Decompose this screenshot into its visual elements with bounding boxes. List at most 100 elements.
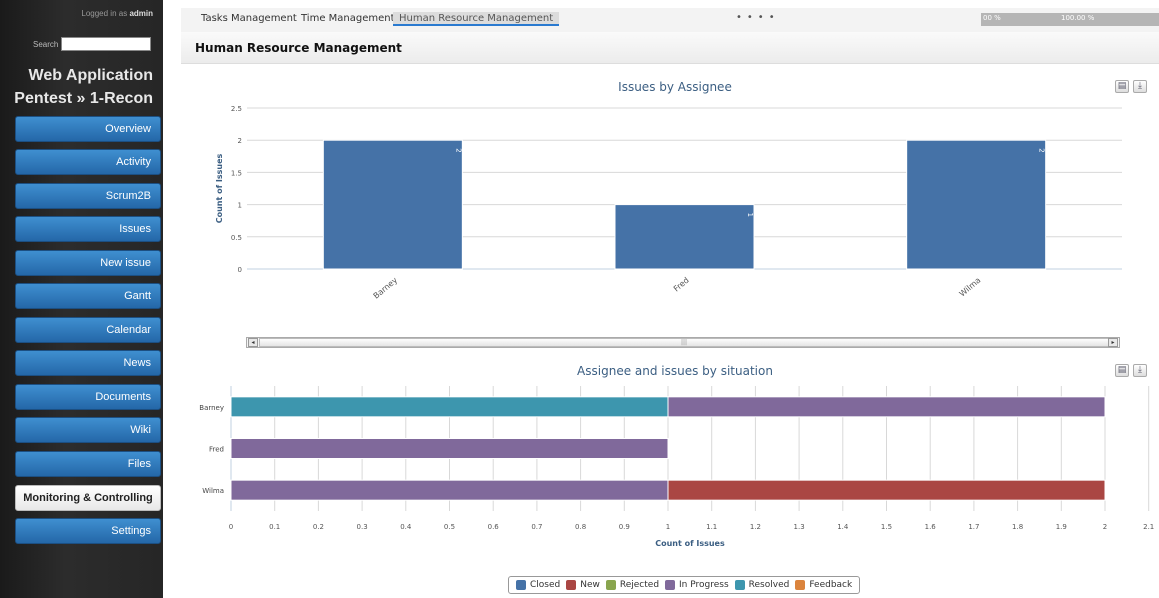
bar-fred-in-progress[interactable]: [230, 438, 669, 459]
y-tick-label: 1.5: [231, 169, 242, 177]
legend-item-new[interactable]: New: [566, 580, 600, 590]
download-icon[interactable]: ⤓: [1133, 80, 1147, 93]
x-tick-label: 1.7: [968, 523, 979, 531]
bar-wilma-new[interactable]: [667, 479, 1106, 501]
print-icon[interactable]: ▤: [1115, 364, 1129, 377]
legend-label: Feedback: [809, 580, 853, 590]
y-tick-label: Barney: [199, 404, 224, 412]
bar-wilma-in-progress[interactable]: [230, 479, 669, 501]
legend-label: New: [580, 580, 600, 590]
legend-label: In Progress: [679, 580, 729, 590]
legend-label: Closed: [530, 580, 561, 590]
x-tick-label: 1.6: [925, 523, 937, 531]
logged-in-status: Logged in as admin: [81, 9, 153, 18]
more-dots-icon[interactable]: ••••: [736, 12, 780, 23]
bar-barney-in-progress[interactable]: [667, 396, 1106, 418]
bar-data-label: 2: [1038, 148, 1046, 152]
legend-item-resolved[interactable]: Resolved: [734, 580, 790, 590]
sidebar-item-news[interactable]: News: [15, 350, 161, 376]
panel-header: Human Resource Management: [181, 32, 1159, 64]
legend-swatch: [734, 580, 745, 590]
x-tick-label: 1.8: [1012, 523, 1023, 531]
x-tick-label: 0.5: [444, 523, 455, 531]
y-tick-label: Wilma: [202, 487, 224, 495]
logged-in-label: Logged in as: [81, 9, 128, 18]
x-tick-label: 0: [229, 523, 233, 531]
x-tick-label: Fred: [672, 276, 691, 294]
project-title-line1: Web Application: [28, 67, 153, 84]
legend-item-closed[interactable]: Closed: [516, 580, 560, 590]
chart1-title: Issues by Assignee: [618, 80, 732, 94]
y-tick-label: 0: [238, 266, 242, 274]
bar-fred[interactable]: [614, 204, 755, 270]
bar-barney[interactable]: [322, 139, 463, 270]
x-tick-label: 0.4: [400, 523, 412, 531]
bar-data-label: 1: [746, 213, 754, 217]
download-icon[interactable]: ⤓: [1133, 364, 1147, 377]
x-tick-label: 0.3: [357, 523, 368, 531]
x-tick-label: 1: [666, 523, 670, 531]
legend-item-in-progress[interactable]: In Progress: [665, 580, 729, 590]
legend-label: Resolved: [748, 580, 790, 590]
x-tick-label: 1.5: [881, 523, 892, 531]
x-tick-label: 0.8: [575, 523, 586, 531]
tab-human-resource-management[interactable]: Human Resource Management: [393, 12, 560, 26]
legend-item-rejected[interactable]: Rejected: [605, 580, 660, 590]
sidebar-item-activity[interactable]: Activity: [15, 149, 161, 175]
tab-tasks-management[interactable]: Tasks Management: [201, 13, 297, 24]
y-tick-label: Fred: [209, 446, 224, 454]
x-tick-label: Barney: [372, 275, 400, 300]
y-tick-label: 2.5: [231, 105, 242, 113]
x-tick-label: 1.9: [1056, 523, 1067, 531]
x-tick-label: 0.9: [619, 523, 630, 531]
y-tick-label: 2: [238, 137, 242, 145]
scroll-right-icon[interactable]: ▸: [1108, 338, 1118, 347]
project-title: Web Application Pentest » 1-Recon: [3, 64, 153, 110]
sidebar-item-calendar[interactable]: Calendar: [15, 317, 161, 343]
x-tick-label: 1.4: [837, 523, 849, 531]
legend-item-feedback[interactable]: Feedback: [795, 580, 852, 590]
page-title: Human Resource Management: [195, 41, 402, 55]
print-icon[interactable]: ▤: [1115, 80, 1129, 93]
progress-left-label: 00 %: [983, 14, 1001, 22]
sidebar-item-issues[interactable]: Issues: [15, 216, 161, 242]
bar-data-label: 2: [454, 148, 462, 152]
search-input[interactable]: [61, 37, 151, 51]
chart-scrollbar[interactable]: ◂ ||| ▸: [246, 337, 1120, 348]
tab-bar: Tasks Management Time Management Human R…: [181, 8, 1159, 32]
bar-wilma[interactable]: [906, 139, 1047, 270]
sidebar-item-scrum2b[interactable]: Scrum2B: [15, 183, 161, 209]
sidebar-item-settings[interactable]: Settings: [15, 518, 161, 544]
legend-swatch: [795, 580, 806, 590]
y-axis-label: Count of Issues: [215, 154, 224, 224]
legend-label: Rejected: [619, 580, 660, 590]
scroll-left-icon[interactable]: ◂: [248, 338, 258, 347]
legend-swatch: [605, 580, 616, 590]
x-tick-label: Wilma: [958, 276, 983, 299]
x-tick-label: 0.2: [313, 523, 324, 531]
legend-swatch: [566, 580, 577, 590]
x-tick-label: 0.1: [269, 523, 280, 531]
search-label: Search: [33, 40, 59, 49]
chart-legend: Closed New Rejected In Progress Resolved Feed…: [508, 576, 861, 594]
logged-in-user[interactable]: admin: [129, 9, 153, 18]
bar-barney-resolved[interactable]: [230, 396, 669, 418]
sidebar-item-overview[interactable]: Overview: [15, 116, 161, 142]
sidebar-item-files[interactable]: Files: [15, 451, 161, 477]
progress-bar: 00 % 100.00 %: [981, 13, 1159, 26]
legend-swatch: [516, 580, 526, 590]
x-tick-label: 1.3: [794, 523, 805, 531]
x-tick-label: 1.1: [706, 523, 717, 531]
scroll-thumb[interactable]: |||: [259, 338, 1109, 347]
sidebar-item-monitoring-controlling[interactable]: Monitoring & Controlling: [15, 485, 161, 511]
sidebar-item-gantt[interactable]: Gantt: [15, 283, 161, 309]
progress-right-label: 100.00 %: [1061, 14, 1095, 22]
x-tick-label: 0.6: [488, 523, 500, 531]
sidebar-item-new-issue[interactable]: New issue: [15, 250, 161, 276]
sidebar-item-documents[interactable]: Documents: [15, 384, 161, 410]
legend-swatch: [665, 580, 676, 590]
x-tick-label: 1.2: [750, 523, 761, 531]
tab-time-management[interactable]: Time Management: [301, 13, 395, 24]
sidebar-item-wiki[interactable]: Wiki: [15, 417, 161, 443]
x-tick-label: 0.7: [531, 523, 542, 531]
